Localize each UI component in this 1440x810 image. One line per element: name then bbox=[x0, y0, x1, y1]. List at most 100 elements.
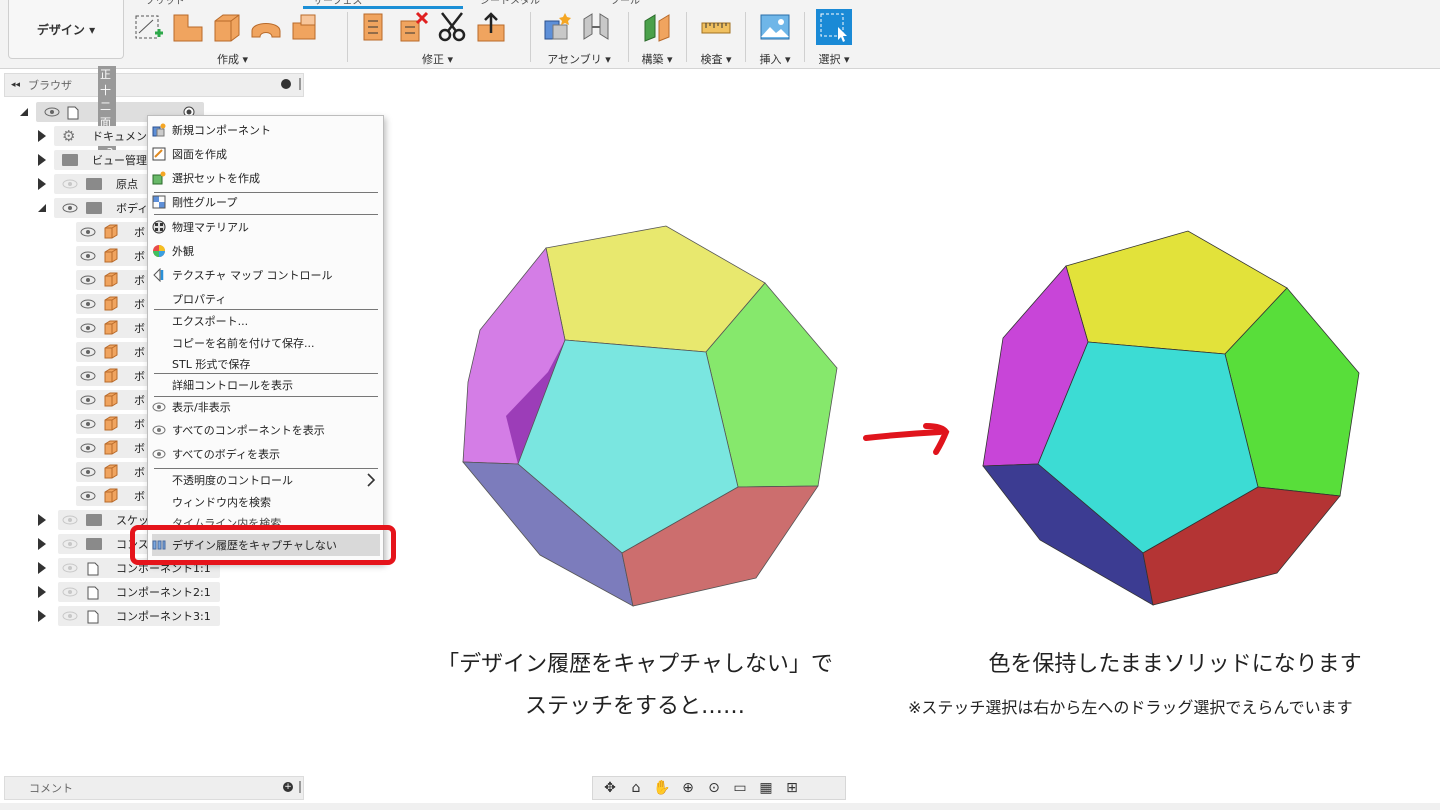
context-menu-item[interactable]: 詳細コントロールを表示 bbox=[152, 374, 380, 396]
body-row[interactable]: ボ bbox=[76, 293, 156, 315]
expand-toggle-icon[interactable] bbox=[38, 514, 46, 526]
context-menu-item[interactable]: 図面を作成 bbox=[152, 143, 380, 165]
context-menu-item[interactable]: ウィンドウ内を検索 bbox=[152, 491, 380, 513]
visibility-eye-icon[interactable] bbox=[62, 203, 78, 216]
look-at-icon[interactable]: ⌂ bbox=[625, 780, 647, 796]
panel-resize-handle[interactable] bbox=[299, 781, 301, 793]
construct-group-label[interactable]: 構築 ▾ bbox=[636, 51, 678, 67]
tree-row[interactable]: コンポーネント2:1 bbox=[38, 581, 228, 603]
body-row[interactable]: ボ bbox=[76, 413, 156, 435]
visibility-eye-icon[interactable] bbox=[62, 515, 78, 528]
expand-toggle-icon[interactable] bbox=[38, 562, 46, 574]
visibility-eye-icon[interactable] bbox=[44, 107, 60, 117]
assembly-group-label[interactable]: アセンブリ ▾ bbox=[538, 51, 620, 67]
tab-solid[interactable]: ソリッド bbox=[145, 0, 275, 8]
context-menu-item[interactable]: プロパティ bbox=[152, 288, 380, 310]
body-row[interactable]: ボ bbox=[76, 365, 156, 387]
joint-icon[interactable] bbox=[580, 11, 612, 43]
tab-sheet-metal[interactable]: シートメタル bbox=[480, 0, 600, 8]
visibility-eye-icon[interactable] bbox=[62, 563, 78, 576]
visibility-eye-icon[interactable] bbox=[80, 491, 96, 504]
visibility-eye-icon[interactable] bbox=[62, 179, 78, 192]
context-menu-item[interactable]: テクスチャ マップ コントロール bbox=[152, 264, 380, 286]
measure-icon[interactable] bbox=[700, 11, 732, 43]
visibility-eye-icon[interactable] bbox=[80, 299, 96, 312]
insert-image-icon[interactable] bbox=[759, 11, 791, 43]
create-sketch-icon[interactable] bbox=[133, 11, 165, 43]
visibility-eye-icon[interactable] bbox=[80, 323, 96, 336]
move-icon[interactable] bbox=[475, 11, 507, 43]
press-pull-icon[interactable] bbox=[358, 11, 390, 43]
body-row[interactable]: ボ bbox=[76, 461, 156, 483]
expand-toggle-icon[interactable] bbox=[38, 178, 46, 190]
context-menu-item[interactable]: 物理マテリアル bbox=[152, 216, 380, 238]
tree-root-row[interactable]: 正十二面体 v3 bbox=[20, 65, 204, 159]
sweep-icon[interactable] bbox=[250, 11, 282, 43]
expand-toggle-icon[interactable] bbox=[38, 204, 46, 212]
body-row[interactable]: ボ bbox=[76, 437, 156, 459]
select-icon[interactable] bbox=[816, 9, 852, 45]
workspace-switcher[interactable]: デザイン ▾ bbox=[8, 0, 124, 59]
display-settings-icon[interactable]: ▭ bbox=[729, 780, 751, 796]
extrude-icon[interactable] bbox=[172, 11, 204, 43]
context-menu-item[interactable]: 外観 bbox=[152, 240, 380, 262]
add-comment-icon[interactable]: + bbox=[283, 782, 293, 792]
expand-toggle-icon[interactable] bbox=[38, 130, 46, 142]
visibility-eye-icon[interactable] bbox=[80, 251, 96, 264]
viewports-icon[interactable]: ⊞ bbox=[781, 780, 803, 796]
expand-toggle-icon[interactable] bbox=[38, 610, 46, 622]
expand-toggle-icon[interactable] bbox=[38, 586, 46, 598]
pan-hand-icon[interactable]: ✋ bbox=[651, 780, 673, 796]
visibility-eye-icon[interactable] bbox=[62, 539, 78, 552]
offset-plane-icon[interactable] bbox=[641, 11, 673, 43]
visibility-eye-icon[interactable] bbox=[80, 443, 96, 456]
context-menu-item[interactable]: 新規コンポーネント bbox=[152, 119, 380, 141]
inspect-group-label[interactable]: 検査 ▾ bbox=[694, 51, 738, 67]
context-menu-item[interactable]: STL 形式で保存 bbox=[152, 353, 380, 375]
grid-settings-icon[interactable]: ▦ bbox=[755, 780, 777, 796]
context-menu-item[interactable]: 不透明度のコントロール bbox=[152, 469, 380, 491]
context-menu-item[interactable]: 剛性グループ bbox=[152, 191, 380, 213]
tab-tools[interactable]: ツール bbox=[610, 0, 670, 8]
panel-resize-handle[interactable] bbox=[299, 78, 301, 90]
body-row[interactable]: ボ bbox=[76, 245, 156, 267]
insert-group-label[interactable]: 挿入 ▾ bbox=[753, 51, 797, 67]
body-row[interactable]: ボ bbox=[76, 221, 156, 243]
context-menu-item[interactable]: 表示/非表示 bbox=[152, 396, 380, 418]
context-menu-item[interactable]: すべてのコンポーネントを表示 bbox=[152, 419, 380, 441]
split-icon[interactable] bbox=[436, 11, 468, 43]
create-group-label[interactable]: 作成 ▾ bbox=[130, 51, 335, 67]
body-row[interactable]: ボ bbox=[76, 317, 156, 339]
context-menu-item[interactable]: すべてのボディを表示 bbox=[152, 443, 380, 465]
loft-icon[interactable] bbox=[289, 11, 321, 43]
browser-minimize-icon[interactable] bbox=[281, 79, 291, 89]
visibility-eye-icon[interactable] bbox=[80, 227, 96, 240]
orbit-icon[interactable]: ✥ bbox=[599, 780, 621, 796]
expand-toggle-icon[interactable] bbox=[38, 154, 46, 166]
visibility-eye-icon[interactable] bbox=[62, 587, 78, 600]
visibility-eye-icon[interactable] bbox=[80, 275, 96, 288]
expand-toggle-icon[interactable] bbox=[38, 538, 46, 550]
visibility-eye-icon[interactable] bbox=[62, 611, 78, 624]
delete-face-icon[interactable] bbox=[397, 11, 429, 43]
body-row[interactable]: ボ bbox=[76, 485, 156, 507]
select-group-label[interactable]: 選択 ▾ bbox=[812, 51, 856, 67]
new-component-icon[interactable] bbox=[541, 11, 573, 43]
collapse-panel-icon[interactable]: ◂◂ bbox=[11, 80, 20, 90]
body-row[interactable]: ボ bbox=[76, 341, 156, 363]
visibility-eye-icon[interactable] bbox=[80, 467, 96, 480]
visibility-eye-icon[interactable] bbox=[80, 419, 96, 432]
zoom-icon[interactable]: ⊕ bbox=[677, 780, 699, 796]
modify-group-label[interactable]: 修正 ▾ bbox=[355, 51, 520, 67]
context-menu-item[interactable]: エクスポート... bbox=[152, 310, 380, 332]
expand-toggle-icon[interactable] bbox=[20, 108, 28, 116]
context-menu-item[interactable]: 選択セットを作成 bbox=[152, 167, 380, 189]
body-row[interactable]: ボ bbox=[76, 389, 156, 411]
context-menu-item[interactable]: コピーを名前を付けて保存... bbox=[152, 332, 380, 354]
visibility-eye-icon[interactable] bbox=[80, 395, 96, 408]
fit-icon[interactable]: ⊙ bbox=[703, 780, 725, 796]
body-row[interactable]: ボ bbox=[76, 269, 156, 291]
visibility-eye-icon[interactable] bbox=[80, 347, 96, 360]
visibility-eye-icon[interactable] bbox=[80, 371, 96, 384]
box-icon[interactable] bbox=[211, 11, 243, 43]
